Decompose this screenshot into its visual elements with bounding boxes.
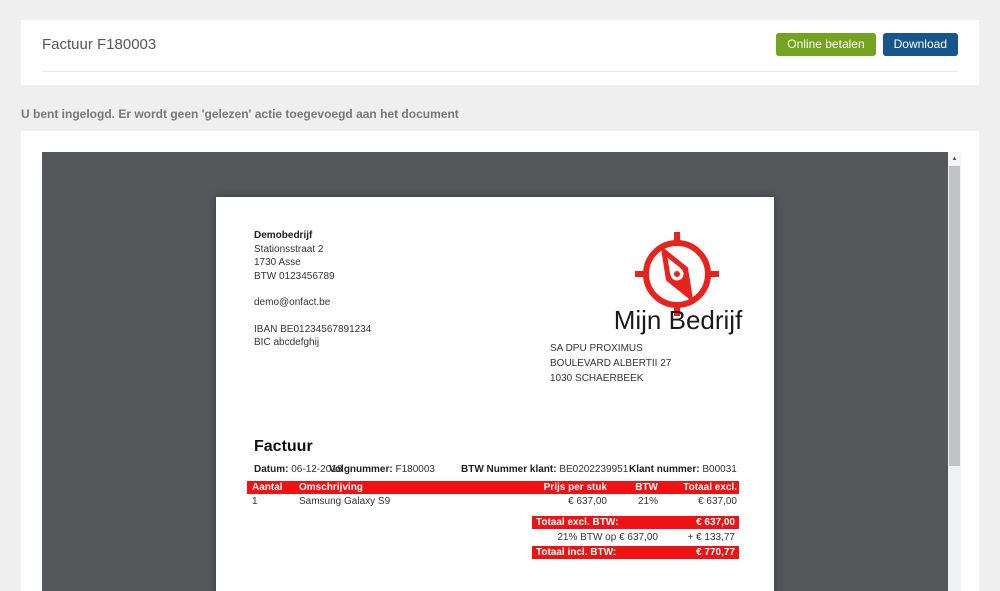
total-excl-value: € 637,00 — [696, 516, 735, 529]
viewer-scrollbar[interactable]: ▲ — [948, 152, 961, 591]
vat-value: + € 133,77 — [658, 531, 735, 544]
sender-address-line: Stationsstraat 2 — [254, 243, 371, 257]
col-prijs-per-stuk: Prijs per stuk — [449, 481, 607, 494]
download-button[interactable]: Download — [883, 33, 958, 56]
scrollbar-thumb[interactable] — [949, 166, 960, 466]
page-title: Factuur F180003 — [42, 33, 156, 56]
brand-name: Mijn Bedrijf — [568, 305, 788, 336]
invoice-page: Demobedrijf Stationsstraat 2 1730 Asse B… — [216, 197, 774, 591]
sender-iban: IBAN BE01234567891234 — [254, 323, 371, 337]
total-incl-btw-bar: Totaal incl. BTW: € 770,77 — [532, 546, 739, 559]
col-totaal-excl-btw: Totaal excl. BTW — [658, 481, 737, 494]
customer-line: BOULEVARD ALBERTII 27 — [550, 356, 671, 371]
pdf-viewer-canvas: Demobedrijf Stationsstraat 2 1730 Asse B… — [42, 152, 948, 591]
col-btw: BTW — [607, 481, 658, 494]
header-card: Factuur F180003 Online betalen Download — [21, 20, 979, 85]
cell-totaal-excl-btw: € 637,00 — [658, 494, 737, 509]
items-table-header: Aantal Omschrijving Prijs per stuk BTW T… — [247, 481, 739, 494]
document-card: Demobedrijf Stationsstraat 2 1730 Asse B… — [21, 131, 979, 591]
total-excl-label: Totaal excl. BTW: — [536, 516, 618, 529]
sender-bic: BIC abcdefghij — [254, 336, 371, 350]
cell-prijs-per-stuk: € 637,00 — [449, 494, 607, 509]
meta-btw-nummer-klant: BTW Nummer klant: BE0202239951 — [461, 464, 628, 475]
sender-address-block: Demobedrijf Stationsstraat 2 1730 Asse B… — [254, 229, 371, 350]
pdf-viewer: Demobedrijf Stationsstraat 2 1730 Asse B… — [42, 152, 961, 591]
invoice-meta-row: Datum: 06-12-2018 Volgnummer: F180003 BT… — [254, 464, 742, 476]
invoice-totals: Totaal excl. BTW: € 637,00 21% BTW op € … — [532, 516, 739, 561]
cell-omschrijving: Samsung Galaxy S9 — [299, 494, 449, 509]
total-incl-label: Totaal incl. BTW: — [536, 546, 616, 559]
col-aantal: Aantal — [247, 481, 299, 494]
meta-volgnummer: Volgnummer: F180003 — [329, 464, 435, 475]
sender-name: Demobedrijf — [254, 229, 371, 243]
customer-line: SA DPU PROXIMUS — [550, 341, 671, 356]
status-message: U bent ingelogd. Er wordt geen 'gelezen'… — [21, 107, 459, 121]
total-incl-value: € 770,77 — [696, 546, 735, 559]
sender-address-line: BTW 0123456789 — [254, 270, 371, 284]
sender-address-line: 1730 Asse — [254, 256, 371, 270]
customer-line: 1030 SCHAERBEEK — [550, 371, 671, 386]
invoice-items-table: Aantal Omschrijving Prijs per stuk BTW T… — [247, 481, 739, 509]
invoice-title: Factuur — [254, 438, 313, 456]
header-buttons: Online betalen Download — [776, 33, 958, 56]
online-pay-button[interactable]: Online betalen — [776, 33, 875, 56]
vat-row: 21% BTW op € 637,00 + € 133,77 — [532, 531, 739, 544]
sender-email: demo@onfact.be — [254, 296, 371, 310]
header-divider — [42, 71, 958, 72]
col-omschrijving: Omschrijving — [299, 481, 449, 494]
vat-label: 21% BTW op € 637,00 — [532, 531, 658, 544]
total-excl-btw-bar: Totaal excl. BTW: € 637,00 — [532, 516, 739, 529]
customer-address-block: SA DPU PROXIMUS BOULEVARD ALBERTII 27 10… — [550, 341, 671, 386]
cell-btw: 21% — [607, 494, 658, 509]
cell-aantal: 1 — [247, 494, 299, 509]
scroll-up-icon[interactable]: ▲ — [948, 152, 961, 165]
meta-klant-nummer: Klant nummer: B00031 — [629, 464, 737, 475]
table-row: 1 Samsung Galaxy S9 € 637,00 21% € 637,0… — [247, 494, 739, 509]
